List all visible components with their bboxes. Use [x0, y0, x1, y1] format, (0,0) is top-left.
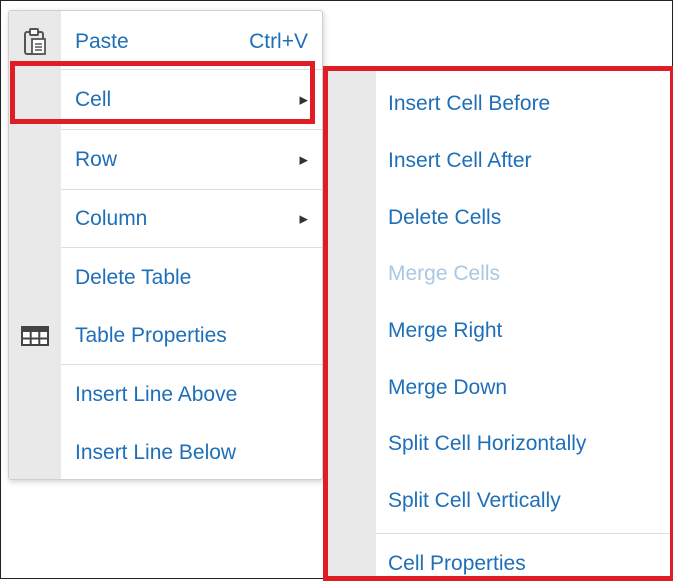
submenu-item-insert-cell-before[interactable]: Insert Cell Before — [328, 75, 670, 132]
insert-line-below-label: Insert Line Below — [75, 441, 237, 464]
row-label: Row — [75, 148, 118, 171]
menu-item-delete-table[interactable]: Delete Table — [9, 249, 322, 307]
delete-cells-label: Delete Cells — [388, 205, 502, 229]
menu-separator — [61, 364, 322, 365]
chevron-right-icon: ▶ — [299, 213, 308, 226]
highlight-box-cell — [10, 61, 315, 124]
merge-cells-label: Merge Cells — [388, 261, 501, 285]
chevron-right-icon: ▶ — [299, 154, 308, 167]
submenu-item-merge-right[interactable]: Merge Right — [328, 302, 670, 359]
paste-shortcut: Ctrl+V — [249, 30, 308, 53]
cell-submenu: Insert Cell Before Insert Cell After Del… — [323, 66, 673, 581]
menu-item-insert-line-above[interactable]: Insert Line Above — [9, 366, 322, 424]
menu-separator — [61, 129, 322, 130]
split-cell-horizontally-label: Split Cell Horizontally — [388, 431, 587, 455]
menu-item-column[interactable]: Column ▶ — [9, 190, 322, 248]
submenu-item-merge-down[interactable]: Merge Down — [328, 359, 670, 416]
submenu-separator — [376, 533, 670, 534]
submenu-item-delete-cells[interactable]: Delete Cells — [328, 189, 670, 246]
column-label: Column — [75, 207, 148, 230]
menu-separator — [61, 247, 322, 248]
split-cell-vertically-label: Split Cell Vertically — [388, 488, 561, 512]
merge-down-label: Merge Down — [388, 375, 508, 399]
insert-cell-after-label: Insert Cell After — [388, 148, 532, 172]
delete-table-label: Delete Table — [75, 266, 192, 289]
submenu-item-cell-properties[interactable]: Cell Properties — [328, 535, 670, 576]
menu-item-table-properties[interactable]: Table Properties — [9, 307, 322, 365]
insert-cell-before-label: Insert Cell Before — [388, 91, 551, 115]
cell-properties-label: Cell Properties — [388, 551, 526, 575]
submenu-item-insert-cell-after[interactable]: Insert Cell After — [328, 132, 670, 189]
submenu-item-merge-cells: Merge Cells — [328, 245, 670, 302]
submenu-item-split-cell-horizontally[interactable]: Split Cell Horizontally — [328, 415, 670, 472]
insert-line-above-label: Insert Line Above — [75, 383, 238, 406]
merge-right-label: Merge Right — [388, 318, 503, 342]
table-icon — [21, 326, 49, 346]
paste-label: Paste — [75, 30, 129, 53]
clipboard-icon — [24, 28, 46, 55]
submenu-item-split-cell-vertically[interactable]: Split Cell Vertically — [328, 472, 670, 529]
menu-item-insert-line-below[interactable]: Insert Line Below — [9, 424, 322, 482]
menu-item-row[interactable]: Row ▶ — [9, 131, 322, 189]
table-properties-label: Table Properties — [75, 324, 227, 347]
